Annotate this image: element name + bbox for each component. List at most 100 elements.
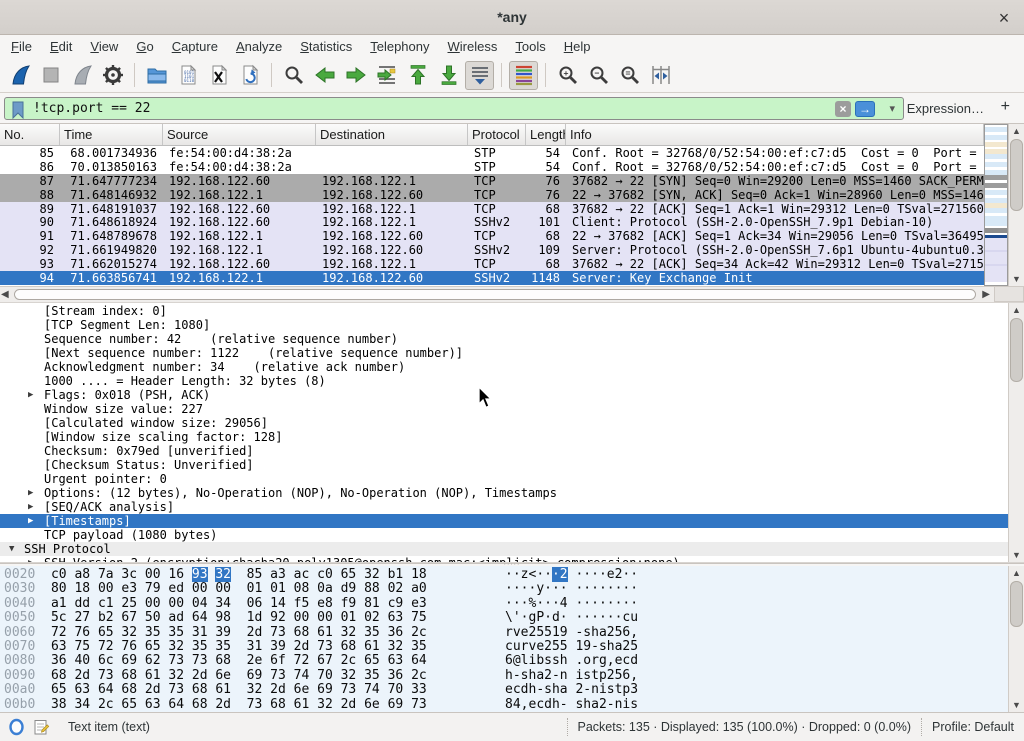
- menu-help[interactable]: Help: [555, 36, 600, 57]
- hex-byte[interactable]: 93: [192, 567, 208, 582]
- ascii-char[interactable]: ·: [630, 596, 638, 611]
- ascii-char[interactable]: ·: [536, 596, 544, 611]
- hex-byte[interactable]: 88: [364, 581, 380, 596]
- scrollbar-thumb[interactable]: [1010, 318, 1023, 382]
- scroll-up-icon[interactable]: ▲: [1009, 303, 1024, 317]
- ascii-char[interactable]: e: [607, 567, 615, 582]
- auto-scroll-button[interactable]: [465, 61, 494, 90]
- hex-byte[interactable]: 69: [388, 697, 404, 712]
- hex-row-0060[interactable]: 0060 72 76 65 32 35 35 31 39 2d 73 68 61…: [4, 626, 638, 640]
- go-to-last-button[interactable]: [434, 61, 463, 90]
- hex-byte[interactable]: 6c: [98, 653, 114, 668]
- hex-byte[interactable]: 70: [317, 668, 333, 683]
- zoom-out-button[interactable]: −: [584, 61, 613, 90]
- hex-byte[interactable]: 73: [341, 682, 357, 697]
- detail-row[interactable]: Urgent pointer: 0: [0, 472, 1008, 486]
- hex-byte[interactable]: 92: [270, 610, 286, 625]
- ascii-char[interactable]: p: [599, 668, 607, 683]
- menu-tools[interactable]: Tools: [506, 36, 554, 57]
- scroll-left-icon[interactable]: ◀: [1, 289, 9, 300]
- details-vscrollbar[interactable]: ▲ ▼: [1008, 303, 1024, 562]
- hex-byte[interactable]: 68: [294, 625, 310, 640]
- detail-row[interactable]: [Window size scaling factor: 128]: [0, 430, 1008, 444]
- hex-byte[interactable]: a1: [51, 596, 67, 611]
- hex-byte[interactable]: a3: [270, 567, 286, 582]
- hex-byte[interactable]: 65: [51, 682, 67, 697]
- ascii-char[interactable]: s: [599, 639, 607, 654]
- ascii-char[interactable]: ·: [583, 567, 591, 582]
- close-capture-file-button[interactable]: [204, 61, 233, 90]
- hex-byte[interactable]: e3: [121, 581, 137, 596]
- ascii-char[interactable]: u: [630, 610, 638, 625]
- hex-byte[interactable]: 73: [270, 625, 286, 640]
- ascii-char[interactable]: ·: [583, 581, 591, 596]
- ascii-char[interactable]: ·: [552, 581, 560, 596]
- ascii-char[interactable]: 8: [505, 697, 513, 712]
- ascii-char[interactable]: ·: [591, 581, 599, 596]
- detail-row[interactable]: ▼SSH Protocol: [0, 542, 1008, 556]
- ascii-char[interactable]: a: [599, 625, 607, 640]
- ascii-char[interactable]: s: [544, 682, 552, 697]
- menu-capture[interactable]: Capture: [163, 36, 227, 57]
- ascii-char[interactable]: h: [505, 668, 513, 683]
- hex-byte[interactable]: 68: [215, 653, 231, 668]
- ascii-char[interactable]: r: [591, 653, 599, 668]
- hex-byte[interactable]: b2: [98, 610, 114, 625]
- hex-byte[interactable]: 61: [364, 639, 380, 654]
- ascii-char[interactable]: 5: [536, 625, 544, 640]
- ascii-char[interactable]: ·: [505, 567, 513, 582]
- hex-byte[interactable]: 2e: [247, 653, 263, 668]
- hex-byte[interactable]: 67: [317, 653, 333, 668]
- bytes-vscrollbar[interactable]: ▲ ▼: [1008, 566, 1024, 712]
- go-back-button[interactable]: [310, 61, 339, 90]
- menu-go[interactable]: Go: [127, 36, 162, 57]
- hex-row-0070[interactable]: 0070 63 75 72 76 65 32 35 35 31 39 2d 73…: [4, 640, 638, 654]
- hex-byte[interactable]: 04: [192, 596, 208, 611]
- hex-byte[interactable]: 80: [51, 581, 67, 596]
- ascii-char[interactable]: h: [552, 697, 560, 712]
- packet-list-header[interactable]: No.TimeSourceDestinationProtocolLengthIn…: [0, 124, 1008, 146]
- stop-capture-button[interactable]: [36, 61, 65, 90]
- hex-byte[interactable]: 2c: [411, 668, 427, 683]
- ascii-char[interactable]: ·: [513, 581, 521, 596]
- ascii-char[interactable]: s: [583, 668, 591, 683]
- hex-byte[interactable]: 68: [341, 639, 357, 654]
- hex-byte[interactable]: dd: [74, 596, 90, 611]
- hex-byte[interactable]: 61: [294, 697, 310, 712]
- ascii-char[interactable]: n: [560, 668, 568, 683]
- ascii-char[interactable]: ,: [630, 625, 638, 640]
- hex-byte[interactable]: 00: [145, 596, 161, 611]
- scroll-right-icon[interactable]: ▶: [982, 289, 990, 300]
- hex-byte[interactable]: 32: [168, 639, 184, 654]
- hex-byte[interactable]: ed: [168, 581, 184, 596]
- hex-byte[interactable]: 32: [341, 625, 357, 640]
- hex-byte[interactable]: 2d: [270, 682, 286, 697]
- ascii-char[interactable]: c: [505, 639, 513, 654]
- hex-byte[interactable]: 68: [192, 697, 208, 712]
- hex-byte[interactable]: 00: [192, 581, 208, 596]
- ascii-char[interactable]: ·: [607, 596, 615, 611]
- hex-byte[interactable]: 70: [388, 682, 404, 697]
- ascii-char[interactable]: ·: [591, 567, 599, 582]
- ascii-char[interactable]: n: [591, 682, 599, 697]
- ascii-char[interactable]: h: [552, 682, 560, 697]
- ascii-char[interactable]: -: [560, 697, 568, 712]
- find-packet-button[interactable]: [279, 61, 308, 90]
- ascii-char[interactable]: a: [536, 668, 544, 683]
- hex-byte[interactable]: 63: [388, 610, 404, 625]
- packet-row-91[interactable]: 9171.648789678192.168.122.1192.168.122.6…: [0, 229, 984, 243]
- hex-byte[interactable]: 73: [270, 668, 286, 683]
- hex-byte[interactable]: 00: [98, 581, 114, 596]
- hex-byte[interactable]: 61: [145, 668, 161, 683]
- hex-byte[interactable]: 35: [364, 625, 380, 640]
- packet-list-vscrollbar[interactable]: ▲ ▼: [1008, 124, 1024, 286]
- ascii-char[interactable]: ·: [505, 581, 513, 596]
- hex-byte[interactable]: 32: [247, 682, 263, 697]
- hex-byte[interactable]: 73: [98, 668, 114, 683]
- reload-capture-file-button[interactable]: [235, 61, 264, 90]
- ascii-char[interactable]: 5: [544, 625, 552, 640]
- expander-collapsed-icon[interactable]: ▶: [28, 486, 33, 500]
- ascii-char[interactable]: ·: [552, 567, 560, 582]
- ascii-char[interactable]: ·: [505, 596, 513, 611]
- hex-byte[interactable]: 32: [364, 567, 380, 582]
